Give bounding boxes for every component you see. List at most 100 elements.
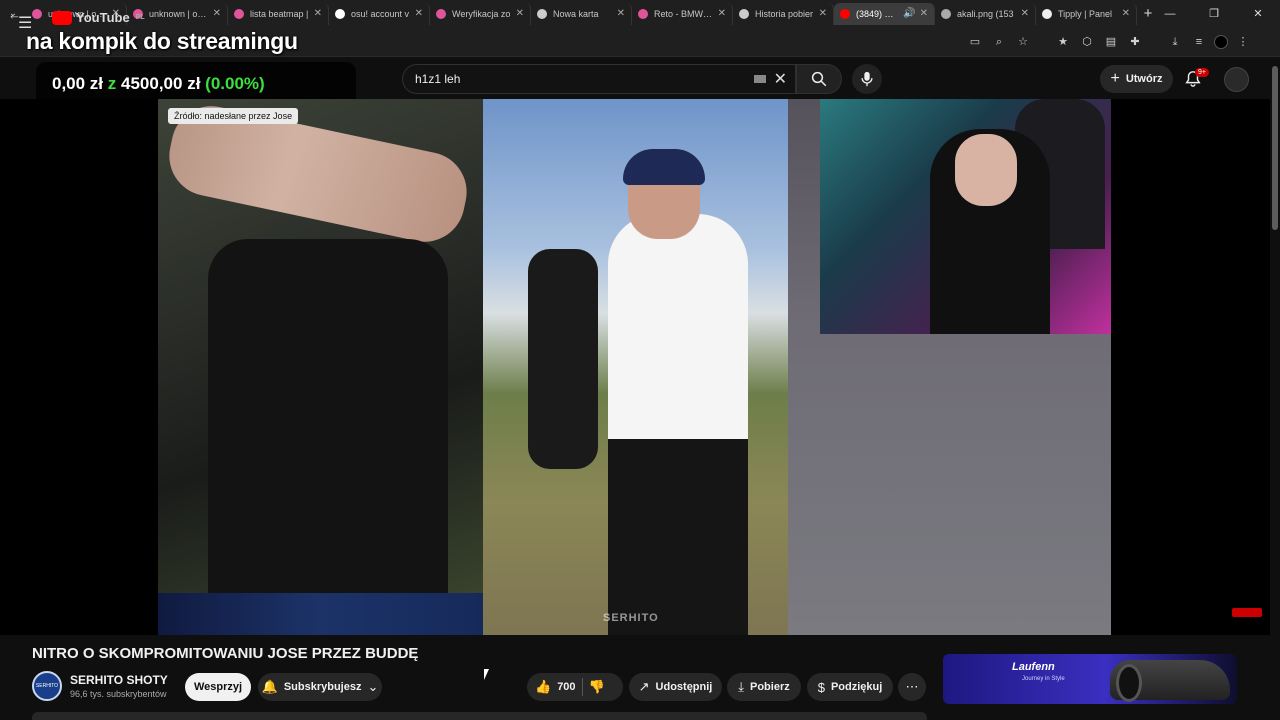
profile-icon[interactable] <box>1214 35 1228 49</box>
person-silhouette <box>208 239 448 599</box>
tab-close-icon[interactable]: ✕ <box>920 8 928 19</box>
extension-icon[interactable]: ⬡ <box>1078 34 1096 50</box>
subscribed-label: Subskrybujesz <box>283 681 362 693</box>
browser-tab-bar: ⌄ unknown | osu! ✕ unknown | osu! ✕ lista be… <box>0 0 1280 27</box>
youtube-play-icon <box>52 10 72 25</box>
support-button[interactable]: Wesprzyj <box>185 673 251 701</box>
tab-title: Historia pobier <box>755 8 814 19</box>
extensions-puzzle-icon[interactable]: ✚ <box>1126 34 1144 50</box>
source-label: Źródło: nadesłane przez Jose <box>168 108 299 124</box>
youtube-mini-logo[interactable] <box>1232 608 1262 617</box>
tab-close-icon[interactable]: ✕ <box>415 8 423 19</box>
minimize-button[interactable]: — <box>1148 8 1192 20</box>
browser-tab[interactable]: Weryfikacja zo ✕ <box>430 2 531 25</box>
dislike-icon[interactable]: 👎 <box>589 679 605 695</box>
ad-tagline: Journey in Style <box>1022 676 1065 682</box>
mouse-cursor <box>484 669 489 680</box>
donation-goal: 4500,00 zł <box>121 74 201 93</box>
channel-avatar[interactable]: SERHITO <box>32 671 62 701</box>
tab-close-icon[interactable]: ✕ <box>1122 8 1130 19</box>
tab-audio-icon[interactable]: 🔊 <box>903 8 915 19</box>
donation-separator: z <box>107 74 117 93</box>
browser-tab[interactable]: Tipply | Panel ✕ <box>1036 2 1137 25</box>
tab-close-icon[interactable]: ✕ <box>1021 8 1029 19</box>
browser-tab[interactable]: Reto - BMW (fe ✕ <box>632 2 733 25</box>
video-bottom-strip <box>158 593 483 635</box>
region-code: PL <box>135 14 145 21</box>
tab-favicon-icon <box>840 8 850 19</box>
browser-tab[interactable]: akali.png (153 ✕ <box>935 2 1036 25</box>
more-actions-button[interactable]: ⋯ <box>898 673 926 701</box>
download-button[interactable]: ⤓ Pobierz <box>727 673 801 701</box>
plus-icon: + <box>1110 70 1120 87</box>
close-window-button[interactable]: ✕ <box>1236 7 1280 20</box>
browser-toolbar-icons: ▭ ⌕ ☆ ★ ⬡ ▤ ✚ ⤓ ≡ ⋮ <box>966 34 1252 50</box>
reading-list-icon[interactable]: ★ <box>1054 34 1072 50</box>
youtube-logo[interactable]: YouTube PL <box>52 10 145 25</box>
stream-overlay-title: na kompik do streamingu <box>26 28 298 54</box>
search-button[interactable] <box>796 64 842 94</box>
tab-close-icon[interactable]: ✕ <box>617 8 625 19</box>
chevron-down-icon: ⌄ <box>367 679 379 694</box>
video-watermark: SERHITO <box>603 612 659 624</box>
toolbar-divider <box>1150 34 1160 50</box>
like-divider <box>581 678 583 696</box>
create-label: Utwórz <box>1125 73 1163 85</box>
create-button[interactable]: + Utwórz <box>1100 65 1173 93</box>
browser-tab[interactable]: Historia pobier ✕ <box>733 2 834 25</box>
maximize-button[interactable]: ❐ <box>1192 7 1236 20</box>
tab-close-icon[interactable]: ✕ <box>314 8 322 19</box>
tab-title: osu! account v <box>351 8 410 19</box>
downloads-icon[interactable]: ⤓ <box>1166 34 1184 50</box>
browser-tab[interactable]: lista beatmap | ✕ <box>228 2 329 25</box>
ad-tyre-image <box>1116 664 1142 702</box>
window-controls: — ❐ ✕ <box>1148 0 1280 27</box>
thanks-button[interactable]: $ Podziękuj <box>807 673 893 701</box>
page-scrollbar[interactable] <box>1272 66 1278 230</box>
subscribed-button[interactable]: 🔔 Subskrybujesz ⌄ <box>258 673 382 701</box>
voice-search-button[interactable] <box>852 64 882 94</box>
account-avatar[interactable] <box>1224 67 1249 92</box>
tab-close-icon[interactable]: ✕ <box>516 8 524 19</box>
toolbar-divider <box>1038 34 1048 50</box>
tab-title: (3849) NITI <box>856 8 900 19</box>
like-dislike-group: 👍 700 👎 <box>527 673 623 701</box>
description-box[interactable] <box>32 712 927 720</box>
browser-tab[interactable]: osu! account v ✕ <box>329 2 430 25</box>
tab-favicon-icon <box>436 8 446 19</box>
tab-title: Reto - BMW (fe <box>654 8 714 19</box>
share-icon: ↗ <box>638 679 650 694</box>
media-queue-icon[interactable]: ≡ <box>1190 34 1208 50</box>
notifications-badge: 9+ <box>1195 68 1209 77</box>
like-icon[interactable]: 👍 <box>535 679 551 695</box>
clear-search-icon[interactable]: ✕ <box>774 69 787 89</box>
share-label: Udostępnij <box>655 681 713 693</box>
donation-percent: (0.00%) <box>205 74 265 93</box>
browser-tab[interactable]: (3849) NITI 🔊 ✕ <box>834 2 935 25</box>
keyboard-icon[interactable] <box>753 75 766 83</box>
person-background <box>528 249 598 469</box>
zoom-icon[interactable]: ⌕ <box>990 34 1008 50</box>
browser-menu-icon[interactable]: ⋮ <box>1234 34 1252 50</box>
channel-subscribers: 96,6 tys. subskrybentów <box>70 689 167 699</box>
cast-icon[interactable]: ▭ <box>966 34 984 50</box>
sidebar-icon[interactable]: ▤ <box>1102 34 1120 50</box>
share-button[interactable]: ↗ Udostępnij <box>629 673 722 701</box>
tab-title: lista beatmap | <box>250 8 309 19</box>
channel-avatar-text: SERHITO <box>35 683 59 689</box>
like-count[interactable]: 700 <box>557 681 575 693</box>
search-box[interactable]: h1z1 leh ✕ <box>402 64 796 94</box>
tab-close-icon[interactable]: ✕ <box>819 8 827 19</box>
tab-close-icon[interactable]: ✕ <box>213 8 221 19</box>
tab-close-icon[interactable]: ✕ <box>718 8 726 19</box>
bookmark-star-icon[interactable]: ☆ <box>1014 34 1032 50</box>
channel-name[interactable]: SERHITO SHOTY <box>70 673 168 687</box>
support-label: Wesprzyj <box>193 681 243 693</box>
thanks-label: Podziękuj <box>830 681 883 693</box>
tab-favicon-icon <box>638 8 648 19</box>
donation-goal-text: 0,00 zł z 4500,00 zł (0.00%) <box>52 74 265 94</box>
streamer-face <box>955 134 1017 206</box>
tab-favicon-icon <box>941 8 951 19</box>
search-input[interactable]: h1z1 leh <box>415 72 754 86</box>
browser-tab[interactable]: Nowa karta ✕ <box>531 2 632 25</box>
